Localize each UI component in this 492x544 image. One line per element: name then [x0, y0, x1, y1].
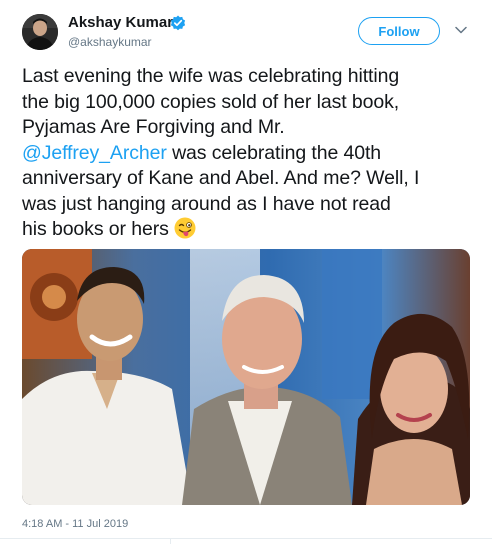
divider	[170, 538, 185, 544]
tweet-card: Akshay Kumar @akshaykumar Follow Last ev…	[0, 0, 492, 544]
author-name[interactable]: Akshay Kumar	[68, 14, 173, 32]
tweet-line: Last evening the wife was celebrating hi…	[22, 65, 400, 87]
tweet-timestamp[interactable]: 4:18 AM - 11 Jul 2019	[22, 517, 128, 531]
mention-link[interactable]: @Jeffrey_Archer	[22, 142, 167, 164]
tweet-line: his books or hers	[22, 218, 169, 240]
verified-badge-icon	[170, 15, 186, 31]
divider	[0, 538, 492, 539]
tweet-line: was celebrating the 40th	[166, 141, 382, 164]
follow-button[interactable]: Follow	[358, 17, 440, 45]
tweet-line: was just hanging around as I have not re…	[22, 192, 391, 215]
chevron-down-icon[interactable]	[455, 26, 467, 34]
winking-face-with-tongue-icon	[174, 217, 196, 239]
tweet-line: the big 100,000 copies sold of her last …	[22, 90, 400, 113]
tweet-photo[interactable]	[22, 249, 470, 505]
tweet-line: anniversary of Kane and Abel. And me? We…	[22, 167, 420, 189]
tweet-line: Pyjamas Are Forgiving and Mr.	[22, 116, 285, 138]
tweet-text: Last evening the wife was celebrating hi…	[22, 64, 474, 243]
author-handle[interactable]: @akshaykumar	[68, 34, 152, 50]
author-avatar[interactable]	[22, 14, 58, 50]
